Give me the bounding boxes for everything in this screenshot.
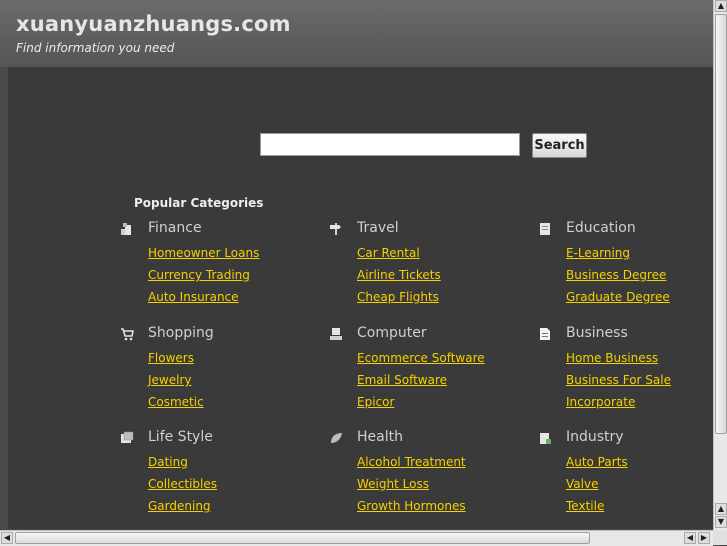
cart-icon <box>121 328 134 341</box>
search-button[interactable]: Search <box>532 133 587 158</box>
category-link[interactable]: Homeowner Loans <box>148 242 259 264</box>
category-link[interactable]: Growth Hormones <box>357 495 466 517</box>
book-icon <box>540 223 550 235</box>
category-link[interactable]: Business Degree <box>566 264 670 286</box>
lifestyle-icon <box>121 431 134 443</box>
category-link[interactable]: Dating <box>148 451 217 473</box>
scroll-left-icon[interactable]: ◀ <box>684 532 696 544</box>
category-title: Life Style <box>148 429 213 445</box>
industry-icon <box>540 433 551 444</box>
site-header: xuanyuanzhuangs.com Find information you… <box>0 0 713 67</box>
category-link[interactable]: Currency Trading <box>148 264 259 286</box>
category-link[interactable]: Airline Tickets <box>357 264 441 286</box>
category-link[interactable]: Valve <box>566 473 628 495</box>
popular-categories-heading: Popular Categories <box>134 196 264 210</box>
category-title: Health <box>357 429 403 445</box>
main-content: Search Popular Categories Finance Homeow… <box>8 67 713 529</box>
category-link[interactable]: Car Rental <box>357 242 441 264</box>
vertical-scroll-thumb[interactable] <box>715 14 727 434</box>
category-link[interactable]: Auto Parts <box>566 451 628 473</box>
category-link[interactable]: E-Learning <box>566 242 670 264</box>
category-title: Finance <box>148 220 202 236</box>
finance-icon <box>121 223 131 235</box>
scroll-right-icon[interactable]: ▶ <box>698 532 710 544</box>
category-link[interactable]: Ecommerce Software <box>357 347 485 369</box>
scroll-down-icon[interactable]: ▼ <box>715 516 727 528</box>
leaf-icon <box>331 433 342 443</box>
category-title: Travel <box>357 220 399 236</box>
signpost-icon <box>330 223 341 235</box>
category-title: Industry <box>566 429 624 445</box>
category-link[interactable]: Gardening <box>148 495 217 517</box>
computer-icon <box>330 328 342 340</box>
category-link[interactable]: Textile <box>566 495 628 517</box>
category-link[interactable]: Incorporate <box>566 391 671 413</box>
category-link[interactable]: Flowers <box>148 347 204 369</box>
category-link[interactable]: Cheap Flights <box>357 286 441 308</box>
category-title: Computer <box>357 325 427 341</box>
category-title: Shopping <box>148 325 214 341</box>
vertical-scrollbar[interactable]: ▲ ▲ ▼ <box>713 0 727 530</box>
horizontal-scroll-thumb[interactable] <box>15 532 590 544</box>
category-link[interactable]: Cosmetic <box>148 391 204 413</box>
scrollbar-corner <box>713 530 727 545</box>
category-link[interactable]: Collectibles <box>148 473 217 495</box>
category-link[interactable]: Epicor <box>357 391 485 413</box>
category-link[interactable]: Business For Sale <box>566 369 671 391</box>
scroll-up-icon[interactable]: ▲ <box>715 503 727 515</box>
search-input[interactable] <box>260 133 520 156</box>
horizontal-scrollbar[interactable]: ◀ ◀ ▶ <box>0 530 713 546</box>
category-title: Education <box>566 220 636 236</box>
document-icon <box>540 328 550 340</box>
category-link[interactable]: Email Software <box>357 369 485 391</box>
category-link[interactable]: Home Business <box>566 347 671 369</box>
category-link[interactable]: Jewelry <box>148 369 204 391</box>
category-link[interactable]: Alcohol Treatment <box>357 451 466 473</box>
category-link[interactable]: Weight Loss <box>357 473 466 495</box>
scroll-up-icon[interactable]: ▲ <box>715 0 727 12</box>
scroll-left-icon[interactable]: ◀ <box>1 532 13 544</box>
site-title: xuanyuanzhuangs.com <box>16 12 291 36</box>
category-title: Business <box>566 325 628 341</box>
category-link[interactable]: Auto Insurance <box>148 286 259 308</box>
site-tagline: Find information you need <box>16 41 175 55</box>
category-link[interactable]: Graduate Degree <box>566 286 670 308</box>
